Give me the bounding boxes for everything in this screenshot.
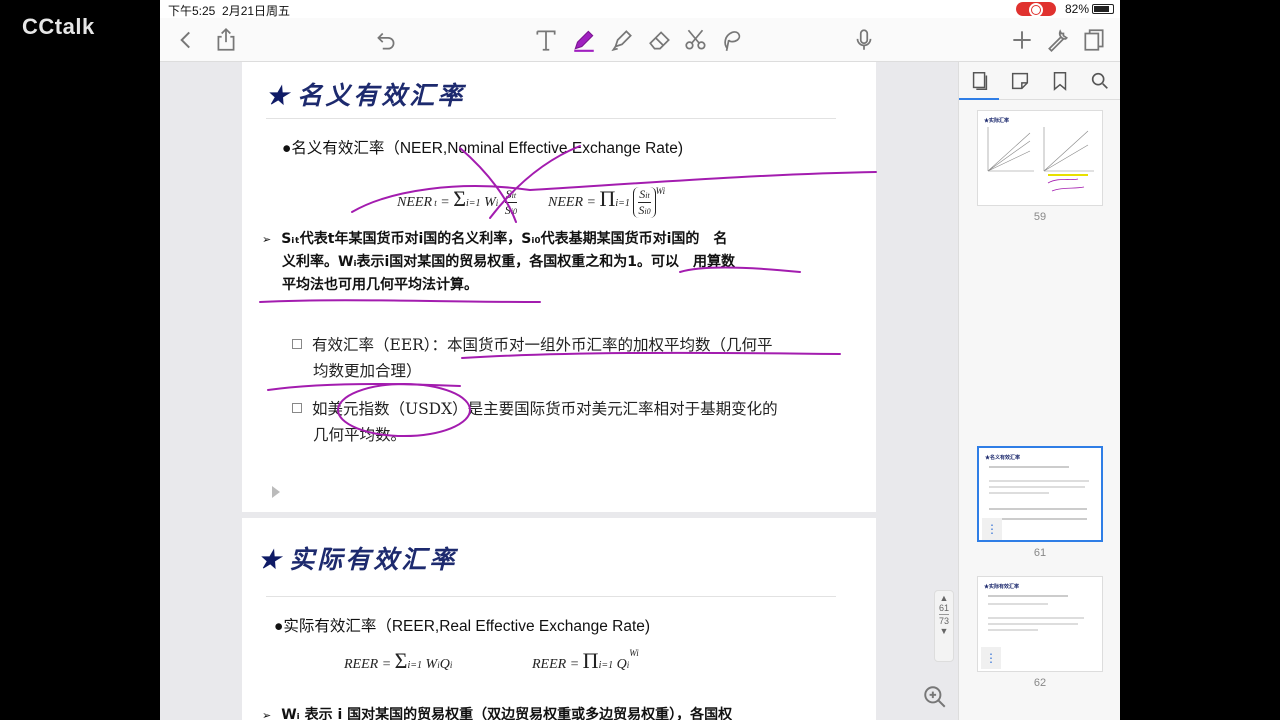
wrench-icon[interactable] [1042, 24, 1074, 56]
usdx-example: 如美元指数（USDX）是主要国际货币对美元汇率相对于基期变化的 几何平均数。 [292, 396, 832, 448]
pen-tool-icon[interactable] [568, 24, 600, 56]
eer-definition: 有效汇率（EER）：本国货币对一组外币汇率的加权平均数（几何平 均数更加合理） [292, 332, 832, 384]
lasso-icon[interactable] [716, 24, 748, 56]
document-page-62: ★ 实际有效汇率 ●实际有效汇率（REER,Real Effective Exch… [242, 518, 876, 720]
reer-definition: ●实际有效汇率（REER,Real Effective Exchange Rat… [274, 618, 651, 635]
back-icon[interactable] [170, 24, 202, 56]
text-tool-icon[interactable] [530, 24, 562, 56]
neer-definition: ●名义有效汇率（NEER,Nominal Effective Exchange … [282, 140, 684, 157]
thumbnail-more-icon[interactable]: ⋮ [982, 518, 1002, 540]
screen-recording-icon[interactable] [1016, 2, 1056, 16]
star-icon: ★ [266, 81, 292, 110]
bookmark-tab-icon[interactable] [1049, 70, 1071, 92]
heading-divider [266, 118, 836, 119]
thumbnail-title: ★名义有效汇率 [985, 455, 1021, 461]
pages-icon[interactable] [1078, 24, 1110, 56]
square-bullet-icon [292, 339, 302, 349]
heading-divider [266, 596, 836, 597]
reer-formula-product: REER = Πi=1 QiWi [532, 648, 639, 673]
thumbnail-page-62[interactable]: ★实际有效汇率 ⋮ [977, 576, 1103, 672]
neer-explanation: ➢ Sᵢₜ代表t年某国货币对i国的名义利率，Sᵢ₀代表基期某国货币对i国的 名 义… [262, 231, 736, 293]
add-icon[interactable] [1006, 24, 1038, 56]
sidebar-tabs [959, 62, 1120, 100]
thumbnail-sidebar: ★实际汇率 59 ★名义有效汇率 ⋮ 61 ★实际有效汇率 ⋮ 62 [958, 62, 1120, 720]
cctalk-watermark: CCtalk [22, 14, 95, 39]
status-bar: 下午5:25 2月21日周五 82% [160, 0, 1120, 18]
arrow-bullet-icon: ➢ [262, 709, 272, 720]
highlighter-icon[interactable] [606, 24, 638, 56]
battery-percent: 82% [1065, 2, 1090, 16]
reer-formula-sum: REER = Σi=1 WiQi [344, 648, 453, 673]
share-icon[interactable] [210, 24, 242, 56]
play-marker-icon [272, 486, 280, 498]
page-heading: ★ 名义有效汇率 [266, 81, 466, 110]
thumbnail-page-number: 61 [1033, 547, 1047, 559]
neer-formula-product: NEER = Πi=1 Sit Si0 Wi [548, 186, 666, 219]
app-toolbar [160, 18, 1120, 62]
eraser-icon[interactable] [644, 24, 676, 56]
zoom-in-icon[interactable] [922, 684, 948, 710]
star-icon: ★ [258, 545, 284, 574]
annotations-tab-icon[interactable] [1009, 70, 1031, 92]
document-page-61: ★ 名义有效汇率 ●名义有效汇率（NEER,Nominal Effective E… [242, 62, 876, 512]
thumbnails-tab-icon[interactable] [969, 70, 991, 92]
thumbnail-page-59[interactable]: ★实际汇率 [977, 110, 1103, 206]
status-time: 下午5:25 2月21日周五 [168, 4, 291, 18]
ipad-screen: 下午5:25 2月21日周五 82% ★ 名义有效汇率 ●名义有效汇率（NEER… [160, 0, 1120, 720]
thumbnail-page-number: 62 [1033, 677, 1047, 689]
active-tab-indicator [959, 98, 999, 100]
thumbnail-page-number: 59 [1033, 211, 1047, 223]
scissors-icon[interactable] [680, 24, 712, 56]
thumbnail-page-61[interactable]: ★名义有效汇率 ⋮ [977, 446, 1103, 542]
thumbnail-more-icon[interactable]: ⋮ [981, 647, 1001, 669]
microphone-icon[interactable] [848, 24, 880, 56]
arrow-bullet-icon: ➢ [262, 233, 272, 246]
battery-icon [1092, 4, 1114, 14]
undo-icon[interactable] [370, 24, 402, 56]
neer-formula-sum: NEER t = Σi=1 Wi Sit Si0 [397, 186, 517, 218]
search-icon[interactable] [1089, 70, 1111, 92]
square-bullet-icon [292, 403, 302, 413]
page-scroll-indicator[interactable]: ▲ 61 73 ▼ [934, 590, 954, 662]
reer-explanation: ➢ Wᵢ 表示 i 国对某国的贸易权重（双边贸易权重或多边贸易权重），各国权 [262, 707, 733, 720]
document-canvas[interactable]: ★ 名义有效汇率 ●名义有效汇率（NEER,Nominal Effective E… [160, 62, 958, 720]
page-heading: ★ 实际有效汇率 [258, 545, 458, 574]
thumbnail-title: ★实际有效汇率 [984, 584, 1020, 590]
thumbnail-chart [987, 127, 1094, 192]
